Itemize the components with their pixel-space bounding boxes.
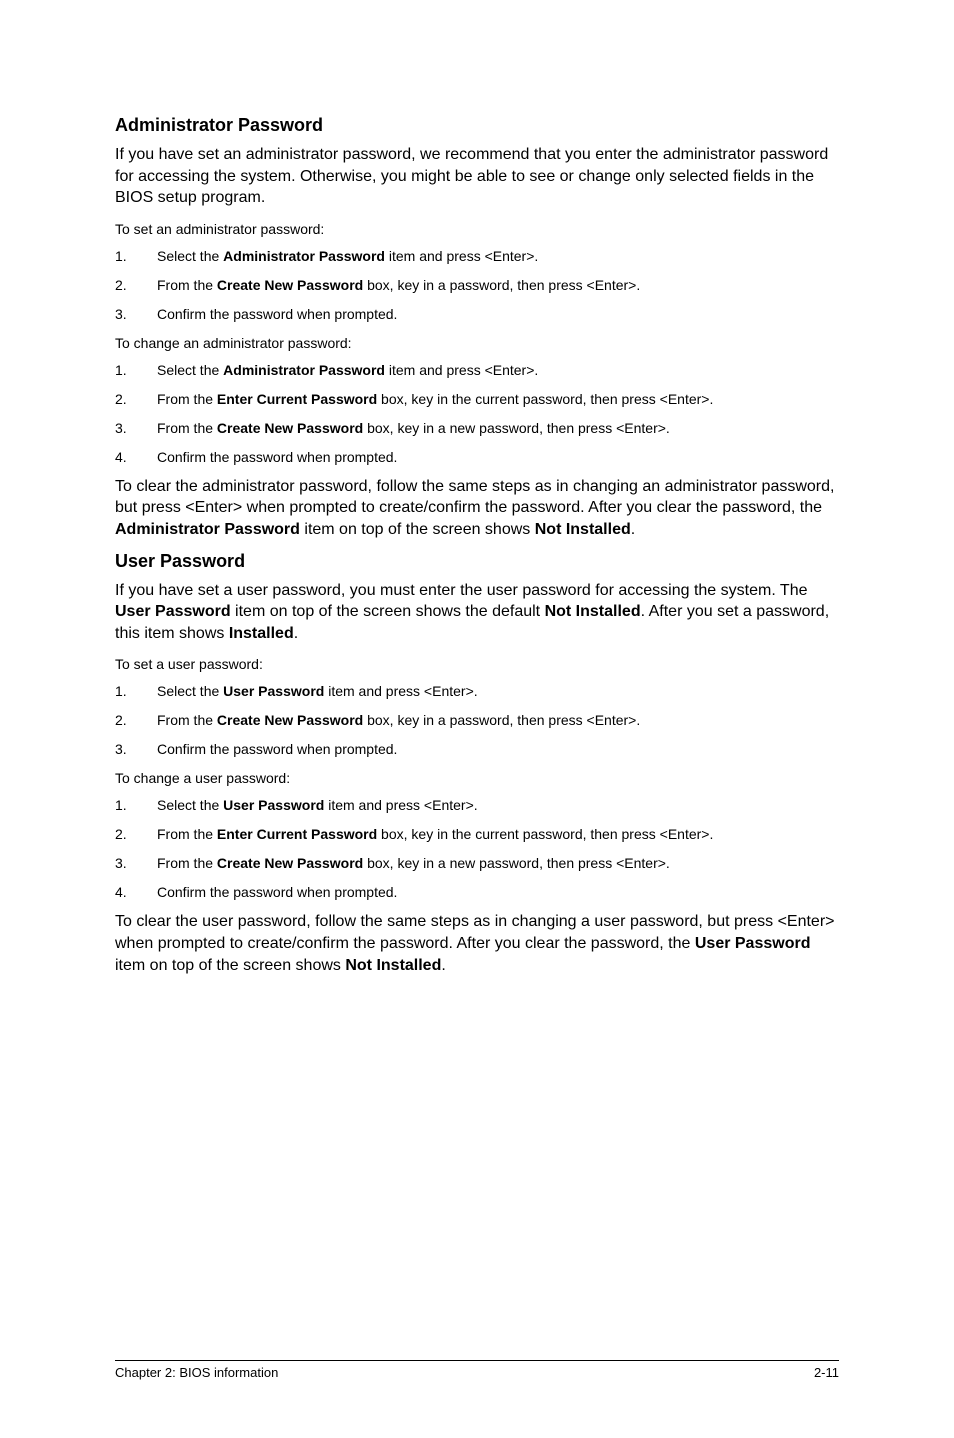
- footer-chapter: Chapter 2: BIOS information: [115, 1365, 278, 1380]
- step-text: From the Enter Current Password box, key…: [157, 824, 839, 845]
- step-text: Select the Administrator Password item a…: [157, 360, 839, 381]
- list-item: 4.Confirm the password when prompted.: [115, 447, 839, 468]
- step-text: From the Create New Password box, key in…: [157, 275, 839, 296]
- user-clear-paragraph: To clear the user password, follow the s…: [115, 911, 839, 976]
- page-content: Administrator Password If you have set a…: [0, 0, 954, 976]
- list-item: 3.From the Create New Password box, key …: [115, 418, 839, 439]
- admin-change-steps: 1.Select the Administrator Password item…: [115, 360, 839, 468]
- step-number: 4.: [115, 882, 157, 903]
- step-number: 4.: [115, 447, 157, 468]
- step-text: From the Create New Password box, key in…: [157, 853, 839, 874]
- step-text: From the Enter Current Password box, key…: [157, 389, 839, 410]
- step-text: Select the Administrator Password item a…: [157, 246, 839, 267]
- step-text: Confirm the password when prompted.: [157, 304, 839, 325]
- list-item: 3.From the Create New Password box, key …: [115, 853, 839, 874]
- user-change-steps: 1.Select the User Password item and pres…: [115, 795, 839, 903]
- footer-page-number: 2-11: [814, 1365, 839, 1380]
- list-item: 1.Select the Administrator Password item…: [115, 246, 839, 267]
- step-number: 2.: [115, 389, 157, 410]
- step-number: 3.: [115, 853, 157, 874]
- page-footer: Chapter 2: BIOS information 2-11: [115, 1360, 839, 1380]
- step-number: 3.: [115, 304, 157, 325]
- heading-user-password: User Password: [115, 551, 839, 572]
- step-number: 1.: [115, 246, 157, 267]
- list-item: 3.Confirm the password when prompted.: [115, 739, 839, 760]
- list-item: 1.Select the Administrator Password item…: [115, 360, 839, 381]
- list-item: 4.Confirm the password when prompted.: [115, 882, 839, 903]
- admin-set-label: To set an administrator password:: [115, 219, 839, 240]
- step-text: Confirm the password when prompted.: [157, 739, 839, 760]
- step-number: 1.: [115, 795, 157, 816]
- user-change-label: To change a user password:: [115, 768, 839, 789]
- step-text: From the Create New Password box, key in…: [157, 418, 839, 439]
- step-text: Select the User Password item and press …: [157, 795, 839, 816]
- admin-set-steps: 1.Select the Administrator Password item…: [115, 246, 839, 325]
- step-text: From the Create New Password box, key in…: [157, 710, 839, 731]
- step-text: Confirm the password when prompted.: [157, 447, 839, 468]
- list-item: 2.From the Enter Current Password box, k…: [115, 824, 839, 845]
- step-number: 3.: [115, 418, 157, 439]
- list-item: 2.From the Create New Password box, key …: [115, 275, 839, 296]
- user-set-label: To set a user password:: [115, 654, 839, 675]
- step-number: 2.: [115, 275, 157, 296]
- step-text: Select the User Password item and press …: [157, 681, 839, 702]
- user-set-steps: 1.Select the User Password item and pres…: [115, 681, 839, 760]
- step-number: 2.: [115, 710, 157, 731]
- step-text: Confirm the password when prompted.: [157, 882, 839, 903]
- step-number: 1.: [115, 360, 157, 381]
- user-intro: If you have set a user password, you mus…: [115, 580, 839, 645]
- list-item: 1.Select the User Password item and pres…: [115, 795, 839, 816]
- step-number: 3.: [115, 739, 157, 760]
- admin-clear-paragraph: To clear the administrator password, fol…: [115, 476, 839, 541]
- admin-intro: If you have set an administrator passwor…: [115, 144, 839, 209]
- admin-change-label: To change an administrator password:: [115, 333, 839, 354]
- list-item: 2.From the Create New Password box, key …: [115, 710, 839, 731]
- step-number: 2.: [115, 824, 157, 845]
- list-item: 2.From the Enter Current Password box, k…: [115, 389, 839, 410]
- step-number: 1.: [115, 681, 157, 702]
- heading-admin-password: Administrator Password: [115, 115, 839, 136]
- list-item: 1.Select the User Password item and pres…: [115, 681, 839, 702]
- list-item: 3.Confirm the password when prompted.: [115, 304, 839, 325]
